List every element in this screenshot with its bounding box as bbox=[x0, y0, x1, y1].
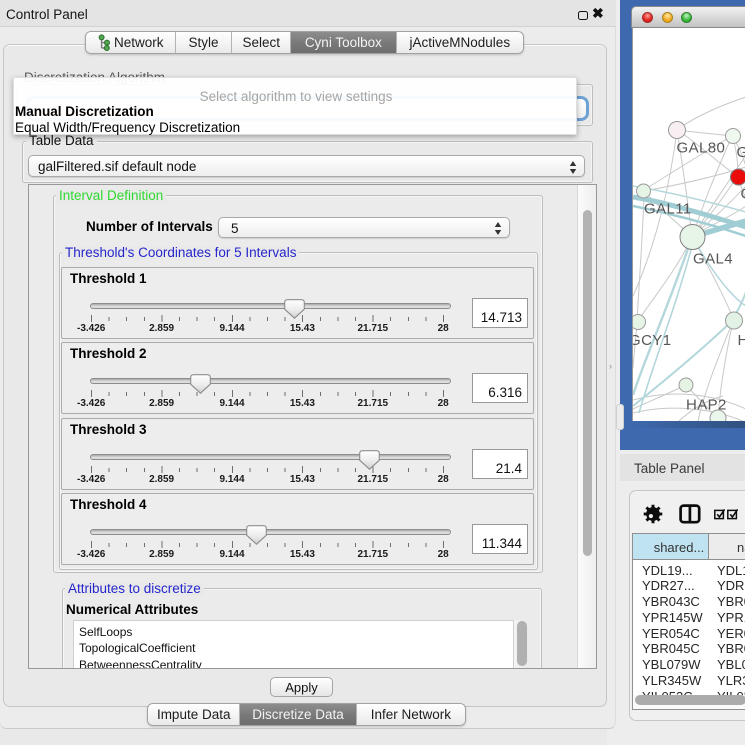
svg-text:GA: GA bbox=[737, 144, 745, 161]
svg-text:GAL11: GAL11 bbox=[644, 200, 692, 217]
svg-text:C: C bbox=[741, 185, 745, 202]
svg-text:GAL80: GAL80 bbox=[677, 139, 726, 156]
svg-text:HAP2: HAP2 bbox=[686, 396, 727, 413]
svg-text:GCY1: GCY1 bbox=[633, 332, 671, 349]
svg-text:H: H bbox=[738, 332, 745, 349]
svg-text:GAL4: GAL4 bbox=[693, 250, 733, 267]
